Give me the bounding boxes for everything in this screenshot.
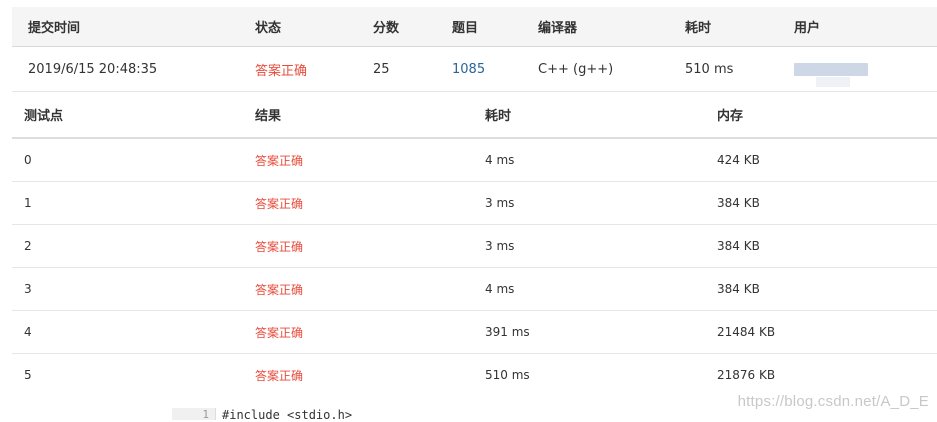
- case-time: 3 ms: [485, 239, 515, 253]
- case-result: 答案正确: [255, 282, 304, 297]
- case-result: 答案正确: [255, 196, 304, 211]
- case-id: 0: [24, 153, 32, 167]
- case-result: 答案正确: [255, 239, 304, 254]
- score: 25: [373, 61, 390, 77]
- compiler: C++ (g++): [538, 61, 614, 77]
- case-time: 3 ms: [485, 196, 515, 210]
- line-number: 1: [172, 408, 216, 421]
- code-line: #include <stdio.h>: [222, 408, 353, 422]
- header-user: 用户: [794, 21, 821, 36]
- case-memory: 384 KB: [717, 282, 760, 296]
- submission-panel: 提交时间 状态 分数 题目 编译器 耗时 用户 2019/6/15 20:48:…: [12, 7, 937, 396]
- case-result: 答案正确: [255, 325, 304, 340]
- user-blur-fade: [816, 77, 850, 87]
- case-time: 4 ms: [485, 282, 515, 296]
- summary-row: 2019/6/15 20:48:35 答案正确 25 1085 C++ (g++…: [12, 47, 937, 92]
- table-row: 4 答案正确 391 ms 21484 KB: [12, 311, 937, 354]
- submit-time: 2019/6/15 20:48:35: [28, 61, 158, 77]
- table-row: 0 答案正确 4 ms 424 KB: [12, 139, 937, 182]
- case-memory: 384 KB: [717, 196, 760, 210]
- table-row: 5 答案正确 510 ms 21876 KB: [12, 354, 937, 396]
- watermark: https://blog.csdn.net/A_D_E: [737, 393, 929, 410]
- case-id: 1: [24, 196, 32, 210]
- case-id: 5: [24, 368, 32, 382]
- cases-header: 测试点 结果 耗时 内存: [12, 92, 937, 139]
- case-memory: 21876 KB: [717, 368, 776, 382]
- case-time: 4 ms: [485, 153, 515, 167]
- case-id: 4: [24, 325, 32, 339]
- case-id: 2: [24, 239, 32, 253]
- header-case: 测试点: [24, 109, 64, 124]
- status-accepted: 答案正确: [255, 63, 308, 79]
- case-time: 391 ms: [485, 325, 530, 339]
- summary-header: 提交时间 状态 分数 题目 编译器 耗时 用户: [12, 7, 937, 47]
- case-id: 3: [24, 282, 32, 296]
- case-memory: 424 KB: [717, 153, 760, 167]
- header-status: 状态: [255, 21, 282, 36]
- header-problem: 题目: [452, 21, 479, 36]
- problem-link[interactable]: 1085: [452, 47, 485, 91]
- case-time: 510 ms: [485, 368, 530, 382]
- header-submit-time: 提交时间: [28, 21, 81, 36]
- table-row: 3 答案正确 4 ms 384 KB: [12, 268, 937, 311]
- header-memory: 内存: [717, 109, 744, 124]
- header-compiler: 编译器: [538, 21, 578, 36]
- total-time: 510 ms: [685, 61, 734, 77]
- user-avatar-blur: [794, 62, 868, 76]
- case-memory: 21484 KB: [717, 325, 776, 339]
- header-result: 结果: [255, 109, 282, 124]
- table-row: 2 答案正确 3 ms 384 KB: [12, 225, 937, 268]
- cases-body: 0 答案正确 4 ms 424 KB 1 答案正确 3 ms 384 KB 2 …: [12, 139, 937, 396]
- case-result: 答案正确: [255, 153, 304, 168]
- header-case-time: 耗时: [485, 109, 512, 124]
- case-memory: 384 KB: [717, 239, 760, 253]
- header-time: 耗时: [685, 21, 712, 36]
- case-result: 答案正确: [255, 368, 304, 383]
- header-score: 分数: [373, 21, 400, 36]
- code-preview: 1 #include <stdio.h>: [172, 408, 472, 422]
- table-row: 1 答案正确 3 ms 384 KB: [12, 182, 937, 225]
